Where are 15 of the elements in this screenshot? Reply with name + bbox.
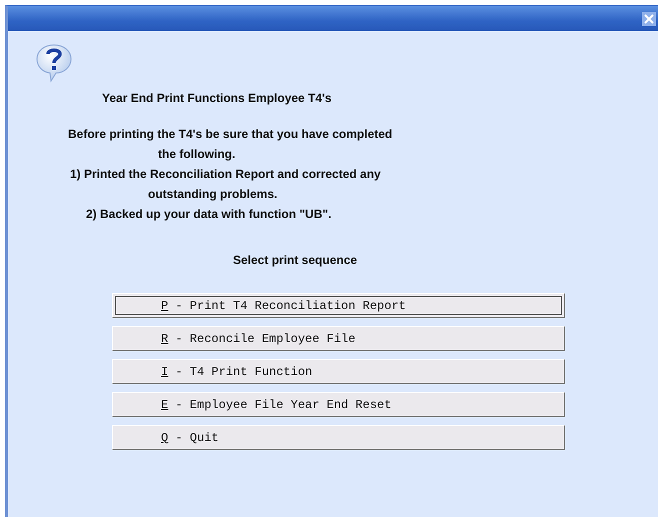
- menu-option-button[interactable]: E - Employee File Year End Reset: [112, 392, 565, 417]
- menu-option-button[interactable]: R - Reconcile Employee File: [112, 326, 565, 351]
- message-line: 2) Backed up your data with function "UB".: [85, 207, 332, 221]
- message-line: outstanding problems.: [147, 187, 278, 201]
- menu-option-button[interactable]: Q - Quit: [112, 425, 565, 450]
- close-button[interactable]: [642, 12, 656, 26]
- menu-option-button[interactable]: P - Print T4 Reconciliation Report: [112, 293, 565, 318]
- message-line: the following.: [157, 147, 236, 161]
- dialog-heading: Year End Print Functions Employee T4's: [102, 91, 333, 105]
- close-icon: [644, 14, 654, 24]
- prompt-text: Select print sequence: [233, 253, 358, 267]
- message-line: 1) Printed the Reconciliation Report and corrected any: [69, 167, 382, 181]
- message-line: Before printing the T4's be sure that you have completed: [67, 127, 394, 141]
- menu-option-button[interactable]: I - T4 Print Function: [112, 359, 565, 384]
- question-icon: [35, 43, 73, 83]
